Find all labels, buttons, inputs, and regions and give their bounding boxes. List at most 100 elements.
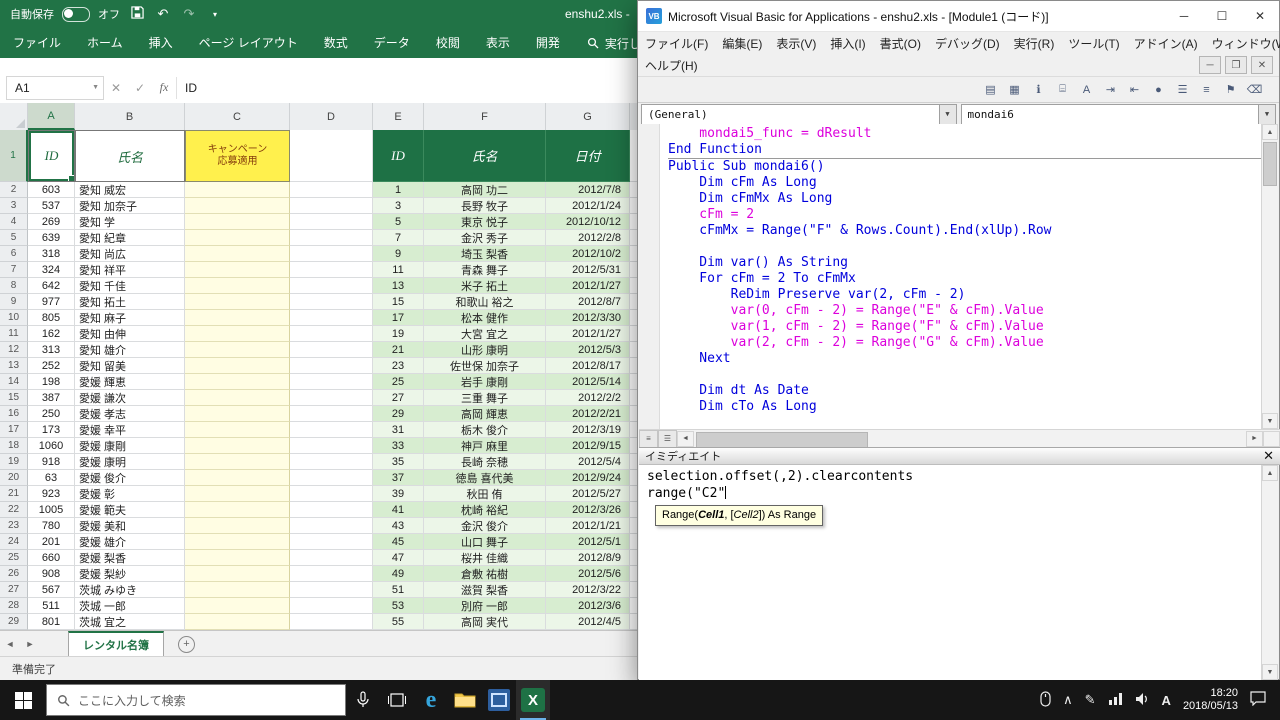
outdent-icon[interactable]: ⇤ bbox=[1124, 79, 1145, 100]
comment-block-icon[interactable]: ☰ bbox=[1172, 79, 1193, 100]
cell-A22[interactable]: 1005 bbox=[28, 502, 75, 518]
cell-A15[interactable]: 387 bbox=[28, 390, 75, 406]
cell-E21[interactable]: 39 bbox=[373, 486, 424, 502]
cell-B12[interactable]: 愛知 雄介 bbox=[75, 342, 185, 358]
code-line-6[interactable]: cFm = 2 bbox=[668, 207, 1263, 223]
scroll-left-icon[interactable]: ◄ bbox=[677, 431, 694, 447]
cell-E1[interactable]: ID bbox=[373, 130, 424, 182]
insert-function-icon[interactable]: fx bbox=[152, 80, 176, 95]
cell-A14[interactable]: 198 bbox=[28, 374, 75, 390]
cell-E6[interactable]: 9 bbox=[373, 246, 424, 262]
cell-B25[interactable]: 愛媛 梨香 bbox=[75, 550, 185, 566]
cell-G13[interactable]: 2012/8/17 bbox=[546, 358, 630, 374]
menu-item-1[interactable]: ファイル(F) bbox=[638, 35, 715, 52]
cell-F5[interactable]: 金沢 秀子 bbox=[424, 230, 546, 246]
code-line-7[interactable]: cFmMx = Range("F" & Rows.Count).End(xlUp… bbox=[668, 223, 1263, 239]
ribbon-tab-1[interactable]: ファイル bbox=[0, 28, 74, 58]
cell-C5[interactable] bbox=[185, 230, 290, 246]
cell-G18[interactable]: 2012/9/15 bbox=[546, 438, 630, 454]
cell-E5[interactable]: 7 bbox=[373, 230, 424, 246]
menu-item-help[interactable]: ヘルプ(H) bbox=[638, 57, 705, 74]
cell-D8[interactable] bbox=[290, 278, 373, 294]
menu-item-4[interactable]: 挿入(I) bbox=[823, 35, 872, 52]
cell-C7[interactable] bbox=[185, 262, 290, 278]
action-center-icon[interactable] bbox=[1250, 691, 1266, 709]
qat-customize-icon[interactable]: ▾ bbox=[206, 10, 224, 19]
cell-B16[interactable]: 愛媛 孝志 bbox=[75, 406, 185, 422]
cell-F26[interactable]: 倉敷 祐樹 bbox=[424, 566, 546, 582]
cell-A3[interactable]: 537 bbox=[28, 198, 75, 214]
row-header-18[interactable]: 18 bbox=[0, 438, 28, 454]
cell-F27[interactable]: 滋賀 梨香 bbox=[424, 582, 546, 598]
object-combo-dropdown-icon[interactable]: ▼ bbox=[939, 105, 956, 124]
cell-F13[interactable]: 佐世保 加奈子 bbox=[424, 358, 546, 374]
code-line-11[interactable]: ReDim Preserve var(2, cFm - 2) bbox=[668, 287, 1263, 303]
cell-E17[interactable]: 31 bbox=[373, 422, 424, 438]
immediate-vertical-scrollbar[interactable]: ▲ ▼ bbox=[1261, 465, 1278, 680]
cell-G25[interactable]: 2012/8/9 bbox=[546, 550, 630, 566]
cell-F14[interactable]: 岩手 康剛 bbox=[424, 374, 546, 390]
clear-bookmarks-icon[interactable]: ⌫ bbox=[1244, 79, 1265, 100]
column-header-C[interactable]: C bbox=[185, 103, 290, 130]
cell-D22[interactable] bbox=[290, 502, 373, 518]
cell-E4[interactable]: 5 bbox=[373, 214, 424, 230]
row-header-19[interactable]: 19 bbox=[0, 454, 28, 470]
cell-D1[interactable] bbox=[290, 130, 373, 182]
cell-G10[interactable]: 2012/3/30 bbox=[546, 310, 630, 326]
row-header-5[interactable]: 5 bbox=[0, 230, 28, 246]
cell-G19[interactable]: 2012/5/4 bbox=[546, 454, 630, 470]
menu-item-5[interactable]: 書式(O) bbox=[873, 35, 928, 52]
cell-D23[interactable] bbox=[290, 518, 373, 534]
immediate-close-icon[interactable]: ✕ bbox=[1263, 448, 1274, 464]
code-horizontal-scrollbar[interactable]: ≡ ☰ ◄ ► bbox=[639, 429, 1280, 447]
cell-A9[interactable]: 977 bbox=[28, 294, 75, 310]
cell-A21[interactable]: 923 bbox=[28, 486, 75, 502]
row-header-24[interactable]: 24 bbox=[0, 534, 28, 550]
minimize-icon[interactable]: ─ bbox=[1165, 1, 1203, 31]
code-vscroll-thumb[interactable] bbox=[1263, 142, 1277, 186]
menu-item-10[interactable]: ウィンドウ(W) bbox=[1205, 35, 1280, 52]
row-header-29[interactable]: 29 bbox=[0, 614, 28, 630]
cell-B22[interactable]: 愛媛 範夫 bbox=[75, 502, 185, 518]
name-box[interactable]: A1 ▼ bbox=[6, 76, 104, 100]
immediate-window[interactable]: selection.offset(,2).clearcontents range… bbox=[639, 465, 1263, 680]
excel-taskbar-icon[interactable]: X bbox=[516, 680, 550, 720]
cell-B27[interactable]: 茨城 みゆき bbox=[75, 582, 185, 598]
scroll-up-icon[interactable]: ▲ bbox=[1262, 465, 1278, 481]
object-combo[interactable]: (General) ▼ bbox=[641, 104, 957, 125]
cell-D15[interactable] bbox=[290, 390, 373, 406]
menu-item-6[interactable]: デバッグ(D) bbox=[928, 35, 1007, 52]
code-line-16[interactable] bbox=[668, 367, 1263, 383]
menu-item-2[interactable]: 編集(E) bbox=[715, 35, 769, 52]
cell-F16[interactable]: 高岡 輝恵 bbox=[424, 406, 546, 422]
cell-F18[interactable]: 神戸 麻里 bbox=[424, 438, 546, 454]
autosave-toggle[interactable] bbox=[62, 7, 90, 22]
menu-item-8[interactable]: ツール(T) bbox=[1061, 35, 1126, 52]
child-minimize-icon[interactable]: ─ bbox=[1199, 56, 1221, 74]
network-icon[interactable] bbox=[1108, 692, 1123, 708]
cell-E8[interactable]: 13 bbox=[373, 278, 424, 294]
cell-G11[interactable]: 2012/1/27 bbox=[546, 326, 630, 342]
cell-C16[interactable] bbox=[185, 406, 290, 422]
code-line-3[interactable]: Public Sub mondai6() bbox=[668, 159, 1263, 175]
immediate-window-titlebar[interactable]: イミディエイト ✕ bbox=[639, 447, 1280, 465]
procedure-combo[interactable]: mondai6 ▼ bbox=[961, 104, 1277, 125]
cell-C21[interactable] bbox=[185, 486, 290, 502]
code-line-14[interactable]: var(2, cFm - 2) = Range("G" & cFm).Value bbox=[668, 335, 1263, 351]
cell-D13[interactable] bbox=[290, 358, 373, 374]
cell-B24[interactable]: 愛媛 雄介 bbox=[75, 534, 185, 550]
cell-D19[interactable] bbox=[290, 454, 373, 470]
scroll-down-icon[interactable]: ▼ bbox=[1262, 664, 1278, 680]
cell-D2[interactable] bbox=[290, 182, 373, 198]
cell-G23[interactable]: 2012/1/21 bbox=[546, 518, 630, 534]
cell-C2[interactable] bbox=[185, 182, 290, 198]
column-header-A[interactable]: A bbox=[28, 103, 75, 130]
cell-E13[interactable]: 23 bbox=[373, 358, 424, 374]
show-hidden-icons-chevron[interactable]: ∧ bbox=[1063, 692, 1073, 708]
cell-D6[interactable] bbox=[290, 246, 373, 262]
cell-G1[interactable]: 日付 bbox=[546, 130, 630, 182]
code-line-15[interactable]: Next bbox=[668, 351, 1263, 367]
ribbon-tab-4[interactable]: ページ レイアウト bbox=[186, 28, 311, 58]
cell-E22[interactable]: 41 bbox=[373, 502, 424, 518]
cell-G8[interactable]: 2012/1/27 bbox=[546, 278, 630, 294]
